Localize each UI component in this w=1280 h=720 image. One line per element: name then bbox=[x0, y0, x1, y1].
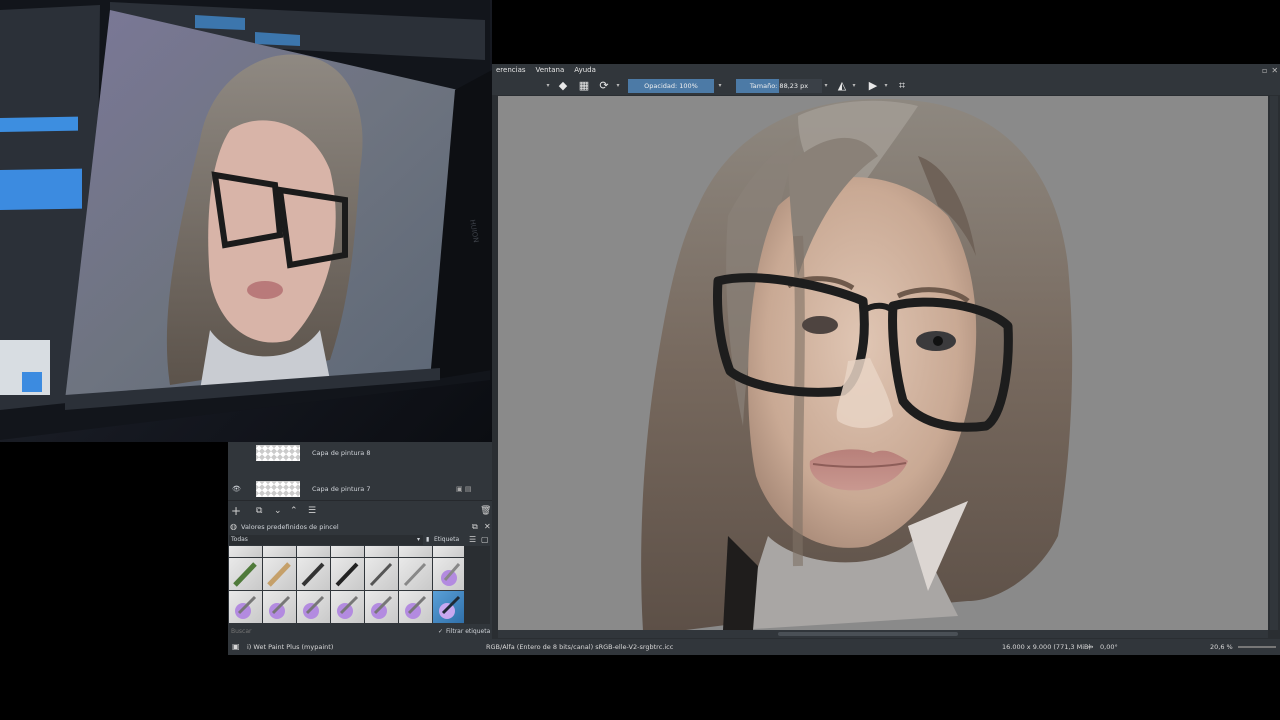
vertical-scrollbar[interactable] bbox=[1270, 96, 1278, 630]
brush-preset-purple[interactable] bbox=[297, 591, 330, 623]
layers-panel: Capa de pintura 8 👁 Capa de pintura 7 ▣ … bbox=[228, 442, 492, 500]
brush-presets-title: Valores predefinidos de pincel bbox=[241, 523, 339, 531]
brush-preset-pencil-green[interactable] bbox=[229, 558, 262, 590]
brush-grid-scrollbar[interactable] bbox=[464, 546, 490, 624]
layer-thumbnail bbox=[256, 481, 300, 497]
brush-preset-pen[interactable] bbox=[365, 558, 398, 590]
stepper-icon[interactable]: ▾ bbox=[822, 79, 830, 93]
size-label: Tamaño: 88,23 px bbox=[749, 82, 809, 90]
scrollbar-thumb[interactable] bbox=[778, 632, 958, 636]
brush-search-input[interactable] bbox=[229, 627, 433, 635]
zoom-slider[interactable] bbox=[1238, 646, 1276, 648]
list-view-icon[interactable]: ☰ bbox=[469, 534, 476, 546]
brush-preset-fine[interactable] bbox=[399, 558, 432, 590]
opacity-label: Opacidad: 100% bbox=[644, 82, 698, 90]
menu-item-ventana[interactable]: Ventana bbox=[536, 66, 565, 74]
opacity-slider[interactable]: Opacidad: 100% bbox=[628, 79, 714, 93]
brush-preset-grid bbox=[229, 546, 466, 624]
image-dimensions: 16.000 x 9.000 (771,3 MiB) bbox=[1002, 643, 1092, 651]
brush-preset-purple[interactable] bbox=[263, 591, 296, 623]
alpha-lock-icon[interactable]: ▦ bbox=[577, 79, 591, 93]
brush-icon: ◍ bbox=[230, 522, 237, 531]
status-bar: ▣ i) Wet Paint Plus (mypaint) RGB/Alfa (… bbox=[228, 639, 1280, 655]
layer-name: Capa de pintura 7 bbox=[312, 485, 371, 493]
mirror-horizontal-icon[interactable]: ◭ bbox=[835, 79, 849, 93]
brush-presets-header: ◍ Valores predefinidos de pincel ⧉ ✕ bbox=[228, 520, 492, 534]
chevron-down-icon[interactable]: ▾ bbox=[614, 79, 622, 93]
float-panel-icon[interactable]: ⧉ bbox=[472, 521, 478, 533]
menu-item-ayuda[interactable]: Ayuda bbox=[574, 66, 596, 74]
monitor-photo: HUION bbox=[0, 0, 492, 442]
brush-preset-ink[interactable] bbox=[331, 558, 364, 590]
chevron-down-icon: ▾ bbox=[416, 536, 420, 543]
eye-icon[interactable]: 👁 bbox=[232, 478, 241, 500]
alpha-lock-icon[interactable]: ▣ ▤ bbox=[456, 478, 471, 500]
brush-preset-bristle[interactable] bbox=[297, 558, 330, 590]
brush-preset[interactable] bbox=[263, 546, 296, 557]
brush-preset-purple[interactable] bbox=[433, 558, 466, 590]
layer-row[interactable]: 👁 Capa de pintura 7 ▣ ▤ bbox=[228, 478, 492, 500]
filter-tag-label: Filtrar etiqueta bbox=[446, 628, 491, 635]
brush-icon: ▣ bbox=[232, 642, 240, 651]
brush-preset[interactable] bbox=[365, 546, 398, 557]
delete-layer-icon[interactable]: 🗑 bbox=[480, 505, 491, 517]
eraser-icon[interactable]: ◆ bbox=[556, 79, 570, 93]
layers-toolbar: + ⧉ ⌄ ⌃ ☰ 🗑 bbox=[228, 500, 492, 521]
chevron-down-icon[interactable]: ▾ bbox=[850, 79, 858, 93]
mirror-vertical-icon[interactable]: ▶ bbox=[866, 79, 880, 93]
brush-preset-purple[interactable] bbox=[365, 591, 398, 623]
tag-label[interactable]: Etiqueta bbox=[434, 534, 459, 546]
layer-menu-icon[interactable]: ☰ bbox=[308, 505, 316, 517]
menu-item-preferencias[interactable]: erencias bbox=[496, 66, 526, 74]
brush-search-row: ✓ Filtrar etiqueta bbox=[228, 626, 492, 638]
size-slider[interactable]: Tamaño: 88,23 px bbox=[736, 79, 822, 93]
add-layer-icon[interactable]: + bbox=[231, 505, 241, 517]
close-icon[interactable]: ✕ bbox=[1271, 66, 1278, 75]
layer-thumbnail bbox=[256, 445, 300, 461]
brush-preset[interactable] bbox=[331, 546, 364, 557]
zoom-level: 20,6 % bbox=[1210, 643, 1233, 651]
monitor-photo-image: HUION bbox=[0, 0, 492, 440]
stepper-icon[interactable]: ▾ bbox=[716, 79, 724, 93]
grid-view-icon[interactable]: ▢ bbox=[481, 534, 489, 546]
restore-icon[interactable]: ▫ bbox=[1262, 66, 1267, 75]
brush-preset[interactable] bbox=[433, 546, 466, 557]
brush-presets-panel: ◍ Valores predefinidos de pincel ⧉ ✕ Tod… bbox=[228, 520, 492, 639]
move-down-icon[interactable]: ⌄ bbox=[274, 505, 282, 517]
brush-preset[interactable] bbox=[229, 546, 262, 557]
window-controls: ▫ ✕ bbox=[1262, 66, 1278, 75]
brush-preset[interactable] bbox=[297, 546, 330, 557]
portrait-painting bbox=[641, 98, 1073, 630]
menu-bar: erencias Ventana Ayuda bbox=[492, 64, 1280, 77]
reload-preset-icon[interactable]: ⟳ bbox=[597, 79, 611, 93]
brush-preset[interactable] bbox=[399, 546, 432, 557]
brush-toolbar: ▾ ◆ ▦ ⟳ ▾ Opacidad: 100% ▾ Tamaño: 88,23… bbox=[492, 77, 1280, 96]
brush-preset-purple[interactable] bbox=[331, 591, 364, 623]
color-space: RGB/Alfa (Entero de 8 bits/canal) sRGB-e… bbox=[486, 643, 674, 651]
move-up-icon[interactable]: ⌃ bbox=[290, 505, 298, 517]
brush-preset-selected[interactable] bbox=[433, 591, 466, 623]
current-brush-name[interactable]: i) Wet Paint Plus (mypaint) bbox=[247, 639, 333, 655]
brush-filter-value: Todas bbox=[231, 536, 248, 543]
tag-icon: ▮ bbox=[426, 536, 430, 543]
crop-icon[interactable]: ⌗ bbox=[895, 79, 909, 93]
layer-name: Capa de pintura 8 bbox=[312, 449, 371, 457]
horizontal-scrollbar[interactable] bbox=[498, 630, 1268, 638]
layer-row[interactable]: Capa de pintura 8 bbox=[228, 442, 492, 464]
brush-preset-purple[interactable] bbox=[229, 591, 262, 623]
brush-preset-purple[interactable] bbox=[399, 591, 432, 623]
brush-preset-pencil-tan[interactable] bbox=[263, 558, 296, 590]
canvas[interactable] bbox=[498, 96, 1268, 630]
chevron-down-icon[interactable]: ▾ bbox=[544, 79, 552, 93]
filter-tag-checkbox[interactable]: ✓ bbox=[438, 626, 443, 638]
chevron-down-icon[interactable]: ▾ bbox=[882, 79, 890, 93]
brush-filter-row: Todas ▾ ▮ Etiqueta ☰ ▢ bbox=[228, 534, 492, 546]
close-icon[interactable]: ✕ bbox=[484, 521, 491, 533]
rotate-icon: ↔ bbox=[1088, 643, 1094, 651]
duplicate-layer-icon[interactable]: ⧉ bbox=[256, 505, 262, 517]
brush-filter-select[interactable]: Todas ▾ bbox=[229, 535, 423, 545]
rotation-value: 0,00° bbox=[1100, 643, 1118, 651]
